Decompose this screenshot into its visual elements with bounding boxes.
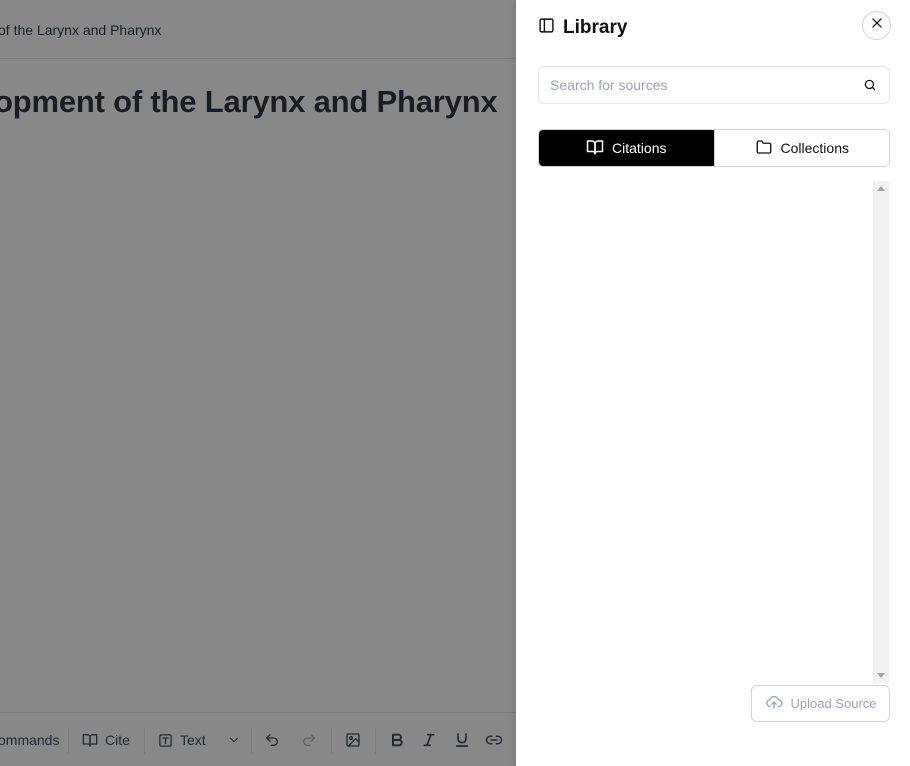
library-tabs: Citations Collections bbox=[538, 129, 890, 167]
search-box bbox=[538, 66, 890, 104]
search-icon[interactable] bbox=[863, 78, 877, 97]
tab-citations-label: Citations bbox=[612, 140, 667, 156]
scroll-up-arrow-icon[interactable] bbox=[877, 186, 885, 191]
cloud-upload-icon bbox=[765, 693, 783, 714]
search-input[interactable] bbox=[539, 67, 849, 103]
tab-collections-label: Collections bbox=[780, 140, 849, 156]
folder-icon bbox=[755, 138, 773, 159]
scrollbar[interactable] bbox=[873, 181, 889, 683]
close-icon bbox=[870, 16, 884, 35]
close-button[interactable] bbox=[862, 11, 891, 40]
book-open-icon bbox=[586, 138, 604, 159]
panel-icon bbox=[538, 17, 555, 39]
tab-collections[interactable]: Collections bbox=[713, 130, 889, 166]
upload-source-label: Upload Source bbox=[790, 696, 877, 711]
library-panel: Library Citations Collections bbox=[516, 0, 910, 766]
panel-header: Library bbox=[538, 17, 627, 39]
citations-list[interactable] bbox=[538, 181, 890, 683]
panel-title: Library bbox=[563, 17, 628, 38]
scroll-down-arrow-icon[interactable] bbox=[877, 673, 885, 678]
tab-citations[interactable]: Citations bbox=[539, 130, 714, 166]
upload-source-button[interactable]: Upload Source bbox=[751, 685, 890, 722]
